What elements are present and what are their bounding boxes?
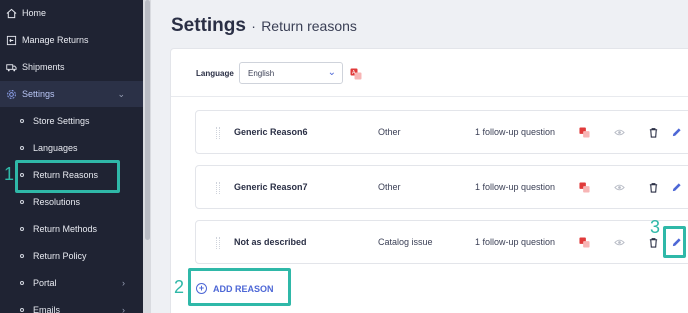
reason-followup: 1 follow-up question (475, 237, 556, 247)
returns-icon (5, 34, 17, 46)
eye-icon[interactable] (613, 126, 625, 138)
bullet-icon (20, 281, 24, 285)
main-content: Settings · Return reasons Language Engli… (151, 0, 688, 313)
sidebar-item-settings[interactable]: Settings ⌄ (0, 81, 143, 107)
sidebar-item-shipments[interactable]: Shipments (0, 54, 143, 80)
reason-type: Other (378, 182, 401, 192)
chevron-down-icon: ⌄ (327, 67, 336, 78)
sidebar: Home Manage Returns Shipments Settings ⌄… (0, 0, 143, 313)
sidebar-item-label: Home (22, 8, 47, 18)
sidebar-subitem-emails[interactable]: Emails › (0, 297, 143, 313)
sidebar-subitem-return-policy[interactable]: Return Policy (0, 243, 143, 269)
trash-icon[interactable] (647, 181, 659, 193)
step-3-label: 3 (650, 217, 661, 237)
sidebar-subitem-label: Languages (33, 143, 78, 153)
sidebar-subitem-label: Return Methods (33, 224, 98, 234)
sidebar-item-manage-returns[interactable]: Manage Returns (0, 27, 143, 53)
sidebar-subitem-label: Portal (33, 278, 57, 288)
chevron-right-icon: › (122, 278, 125, 288)
translate-icon[interactable] (578, 126, 590, 138)
reason-row: Not as described Catalog issue 1 follow-… (195, 220, 688, 264)
drag-handle-icon[interactable] (216, 127, 220, 139)
step-2-label: 2 (174, 277, 185, 297)
sidebar-subitem-label: Resolutions (33, 197, 81, 207)
sidebar-subitem-label: Emails (33, 305, 61, 313)
bullet-icon (20, 200, 24, 204)
sidebar-item-label: Manage Returns (22, 35, 89, 45)
sidebar-subitem-portal[interactable]: Portal › (0, 270, 143, 296)
title-separator: · (251, 18, 256, 34)
reason-followup: 1 follow-up question (475, 127, 556, 137)
language-select[interactable]: English ⌄ (239, 62, 343, 84)
translate-icon[interactable] (578, 181, 590, 193)
reason-name: Generic Reason7 (234, 182, 308, 192)
reason-name: Not as described (234, 237, 307, 247)
reason-row: Generic Reason6 Other 1 follow-up questi… (195, 110, 688, 154)
bullet-icon (20, 146, 24, 150)
language-row: Language English ⌄ A (171, 49, 688, 97)
drag-handle-icon[interactable] (216, 182, 220, 194)
language-value: English (248, 69, 275, 78)
translate-icon[interactable] (578, 236, 590, 248)
drag-handle-icon[interactable] (216, 237, 220, 249)
gear-icon (5, 88, 17, 100)
page-subtitle: Return reasons (261, 18, 357, 34)
reason-type: Other (378, 127, 401, 137)
chevron-down-icon: ⌄ (117, 88, 125, 99)
eye-icon[interactable] (613, 181, 625, 193)
translate-icon[interactable]: A (350, 67, 362, 80)
bullet-icon (20, 119, 24, 123)
reason-name: Generic Reason6 (234, 127, 308, 137)
sidebar-subitem-return-methods[interactable]: Return Methods (0, 216, 143, 242)
highlight-edit-icon (663, 226, 686, 258)
sidebar-item-label: Shipments (22, 62, 65, 72)
step-1-label: 1 (4, 164, 15, 184)
truck-icon (5, 61, 17, 73)
pencil-icon[interactable] (670, 181, 682, 193)
bullet-icon (20, 254, 24, 258)
sidebar-subitem-languages[interactable]: Languages (0, 135, 143, 161)
eye-icon[interactable] (613, 236, 625, 248)
chevron-right-icon: › (122, 305, 125, 313)
sidebar-subitem-label: Return Policy (33, 251, 87, 261)
reason-type: Catalog issue (378, 237, 433, 247)
bullet-icon (20, 227, 24, 231)
page-title: Settings · Return reasons (171, 15, 357, 36)
sidebar-subitem-store-settings[interactable]: Store Settings (0, 108, 143, 134)
reason-row: Generic Reason7 Other 1 follow-up questi… (195, 165, 688, 209)
bullet-icon (20, 308, 24, 312)
language-label: Language (196, 69, 234, 78)
sidebar-scroll-thumb[interactable] (145, 0, 150, 240)
sidebar-subitem-label: Store Settings (33, 116, 90, 126)
highlight-return-reasons (15, 160, 120, 193)
pencil-icon[interactable] (670, 126, 682, 138)
trash-icon[interactable] (647, 126, 659, 138)
home-icon (5, 7, 17, 19)
reason-followup: 1 follow-up question (475, 182, 556, 192)
highlight-add-reason (188, 268, 291, 306)
sidebar-item-home[interactable]: Home (0, 0, 143, 26)
sidebar-item-label: Settings (22, 89, 55, 99)
